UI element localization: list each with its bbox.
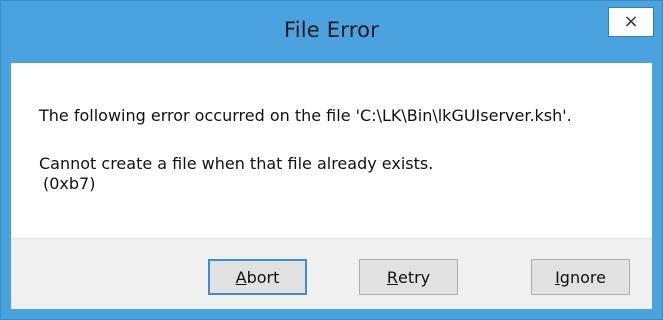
close-icon: × <box>623 11 639 32</box>
error-code: (0xb7) <box>43 174 96 193</box>
title-bar[interactable]: File Error × <box>1 1 662 63</box>
abort-label-rest: bort <box>246 267 280 287</box>
button-bar: Abort Retry Ignore <box>11 238 652 309</box>
ignore-button[interactable]: Ignore <box>531 259 630 295</box>
ignore-label-rest: gnore <box>559 267 606 287</box>
message-area: The following error occurred on the file… <box>11 63 652 238</box>
window-title: File Error <box>283 18 379 42</box>
abort-button[interactable]: Abort <box>208 259 307 295</box>
retry-mnemonic: R <box>386 267 398 287</box>
error-message-file: The following error occurred on the file… <box>39 106 572 125</box>
close-button[interactable]: × <box>608 7 654 37</box>
retry-button[interactable]: Retry <box>359 259 458 295</box>
file-error-dialog: File Error × The following error occurre… <box>0 0 663 320</box>
dialog-client-area: The following error occurred on the file… <box>11 63 652 309</box>
abort-mnemonic: A <box>235 267 247 287</box>
retry-label-rest: etry <box>397 267 431 287</box>
error-message-detail: Cannot create a file when that file alre… <box>39 154 434 173</box>
